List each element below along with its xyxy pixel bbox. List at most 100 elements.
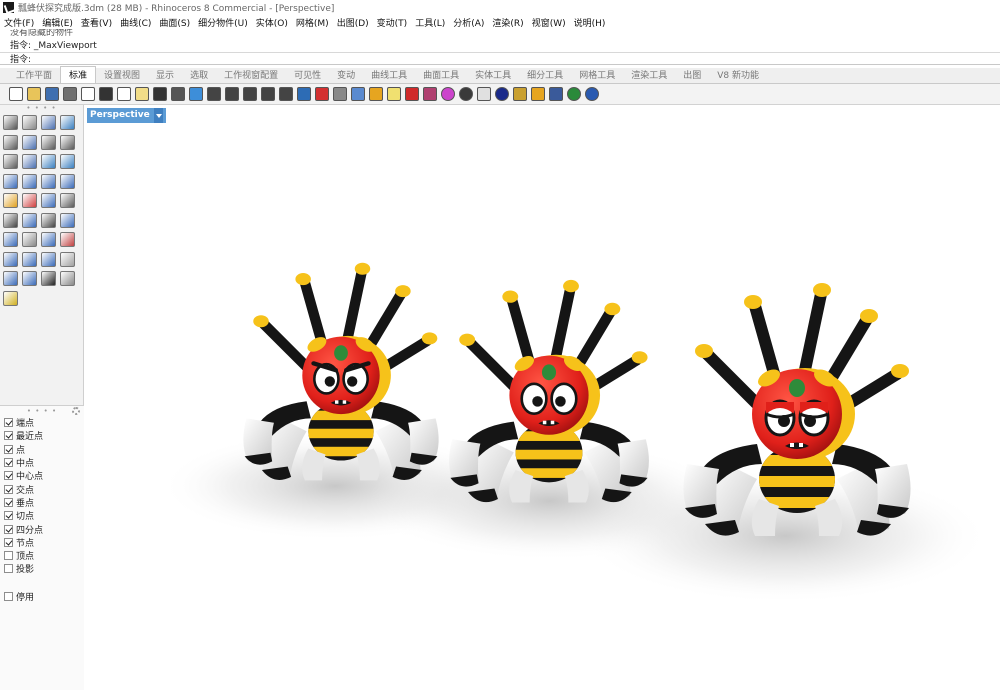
point-icon[interactable] (22, 115, 37, 130)
zoom-icon[interactable] (207, 87, 221, 101)
zoom-window-icon[interactable] (225, 87, 239, 101)
character-middle[interactable] (449, 280, 649, 503)
split-icon[interactable] (60, 193, 75, 208)
ellipse-view-icon[interactable] (333, 87, 347, 101)
cage-icon[interactable] (60, 271, 75, 286)
zoom-extents-icon[interactable] (243, 87, 257, 101)
rectangle-icon[interactable] (60, 134, 75, 150)
tab-15[interactable]: V8 新功能 (709, 67, 767, 83)
osnap-checkbox[interactable] (4, 537, 13, 547)
array-icon[interactable] (41, 232, 56, 247)
osnap-item[interactable]: 最近点 (0, 429, 84, 442)
osnap-checkbox[interactable] (4, 497, 13, 507)
menu-item[interactable]: 分析(A) (453, 16, 484, 29)
toolbar-grip[interactable]: • • • • (0, 105, 83, 113)
transform-icon[interactable] (60, 251, 75, 267)
osnap-checkbox[interactable] (4, 444, 13, 454)
osnap-checkbox[interactable] (4, 484, 13, 494)
osnap-toggle-icon[interactable] (549, 87, 563, 101)
osnap-item[interactable]: 节点 (0, 536, 84, 549)
osnap-checkbox[interactable] (4, 511, 13, 521)
analyze-icon[interactable] (3, 271, 18, 286)
undo-icon[interactable] (153, 87, 167, 101)
osnap-checkbox[interactable] (4, 551, 13, 561)
ellipse-icon[interactable] (22, 134, 37, 150)
pan-icon[interactable] (171, 87, 185, 101)
light-icon[interactable] (387, 87, 401, 101)
polygon-icon[interactable] (3, 154, 18, 169)
car-icon[interactable] (315, 87, 329, 101)
extrude-icon[interactable] (60, 173, 75, 189)
perspective-viewport[interactable]: Perspective (85, 106, 1000, 690)
globe-icon[interactable] (495, 87, 509, 101)
sphere-icon[interactable] (22, 173, 37, 189)
group-icon[interactable] (3, 212, 18, 228)
character-left[interactable] (243, 263, 438, 481)
osnap-checkbox[interactable] (4, 524, 13, 534)
osnap-item[interactable]: 顶点 (0, 549, 84, 562)
save-icon[interactable] (45, 87, 59, 101)
print-icon[interactable] (63, 87, 77, 101)
menu-item[interactable]: 渲染(R) (492, 16, 523, 29)
tab-9[interactable]: 曲面工具 (415, 67, 467, 83)
open-icon[interactable] (27, 87, 41, 101)
hatch-icon[interactable] (22, 251, 37, 267)
osnap-item[interactable]: 点 (0, 443, 84, 456)
boolean-icon[interactable] (3, 193, 18, 208)
tab-11[interactable]: 细分工具 (519, 67, 571, 83)
undo-view-icon[interactable] (279, 87, 293, 101)
four-views-icon[interactable] (297, 87, 311, 101)
viewport-menu-chevron-icon[interactable] (153, 108, 163, 123)
osnap-item[interactable]: 交点 (0, 482, 84, 496)
gear-icon[interactable] (531, 87, 545, 101)
shade-icon[interactable] (405, 87, 419, 101)
menu-item[interactable]: 曲线(C) (120, 16, 151, 29)
menu-item[interactable]: 实体(O) (256, 16, 288, 29)
osnap-checkbox[interactable] (4, 564, 13, 574)
menu-item[interactable]: 工具(L) (415, 16, 445, 29)
menu-item[interactable]: 编辑(E) (42, 16, 73, 29)
check-icon[interactable] (41, 271, 56, 286)
grid-array-icon[interactable] (41, 251, 56, 267)
tab-4[interactable]: 选取 (182, 67, 216, 83)
join-icon[interactable] (22, 212, 37, 228)
import-icon[interactable] (81, 87, 95, 101)
menu-item[interactable]: 说明(H) (574, 16, 606, 29)
dimension-icon[interactable] (22, 232, 37, 247)
fillet-curve-icon[interactable] (22, 154, 37, 169)
mesh-icon[interactable] (3, 251, 18, 267)
osnap-checkbox[interactable] (4, 418, 13, 428)
tab-7[interactable]: 变动 (329, 67, 363, 83)
surface-icon[interactable] (60, 154, 75, 169)
tab-2[interactable]: 设置视图 (96, 67, 148, 83)
osnap-item[interactable]: 垂点 (0, 496, 84, 509)
paint-icon[interactable] (3, 290, 18, 306)
cylinder-icon[interactable] (41, 173, 56, 189)
viewport-globe-icon[interactable] (567, 87, 581, 101)
osnap-item[interactable]: 投影 (0, 562, 84, 575)
render-sphere-icon[interactable] (459, 87, 473, 101)
arc-icon[interactable] (41, 134, 56, 150)
osnap-item[interactable]: 中点 (0, 456, 84, 469)
help-icon[interactable] (585, 87, 599, 101)
viewport-title-tab[interactable]: Perspective (87, 108, 166, 123)
text-icon[interactable] (3, 232, 18, 247)
select-icon[interactable] (3, 115, 18, 130)
options-icon[interactable] (513, 87, 527, 101)
mirror-icon[interactable] (60, 212, 75, 228)
new-icon[interactable] (9, 87, 23, 101)
offset-icon[interactable] (41, 154, 56, 169)
tab-6[interactable]: 可见性 (286, 67, 329, 83)
osnap-checkbox[interactable] (4, 471, 13, 481)
osnap-item[interactable]: 端点 (0, 416, 84, 429)
block-icon[interactable] (22, 271, 37, 286)
render-icon[interactable] (477, 87, 491, 101)
menu-item[interactable]: 变动(T) (377, 16, 408, 29)
explode-icon[interactable] (22, 193, 37, 208)
scale-icon[interactable] (60, 232, 75, 247)
cut-icon[interactable] (99, 87, 113, 101)
tab-3[interactable]: 显示 (148, 67, 182, 83)
paste-icon[interactable] (135, 87, 149, 101)
tab-8[interactable]: 曲线工具 (363, 67, 415, 83)
circle-icon[interactable] (3, 134, 18, 150)
